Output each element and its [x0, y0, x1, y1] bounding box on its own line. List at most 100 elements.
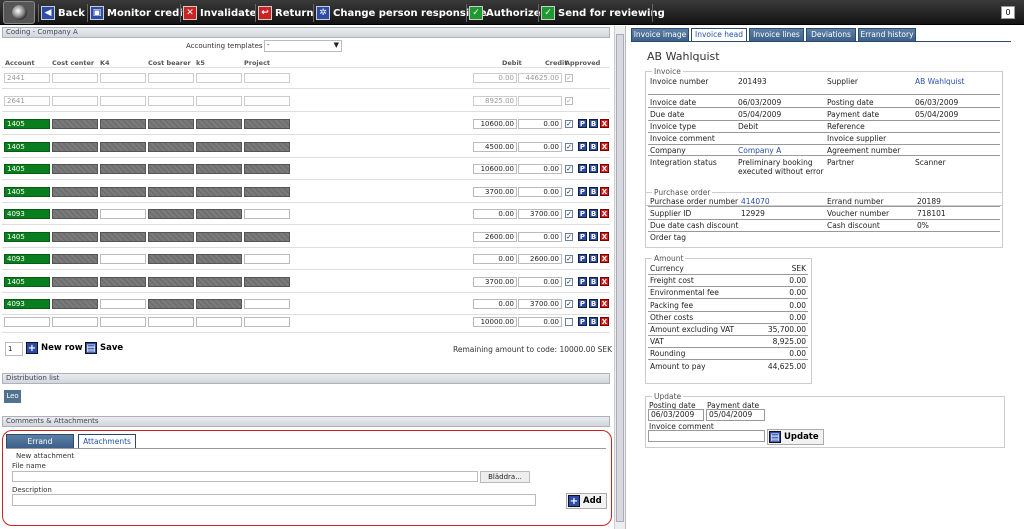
debit-input[interactable]: 3700.00: [473, 186, 517, 197]
delete-row-button[interactable]: X: [600, 119, 609, 128]
cost-center-input[interactable]: [52, 254, 98, 264]
k5-input[interactable]: [196, 276, 242, 287]
k5-input[interactable]: [196, 186, 242, 197]
tab-attachments[interactable]: Attachments: [78, 434, 136, 449]
cost-bearer-input[interactable]: [148, 209, 194, 219]
language-select[interactable]: 0: [1001, 6, 1015, 19]
account-input[interactable]: 4093: [4, 209, 50, 219]
credit-input[interactable]: 0.00: [518, 317, 562, 327]
debit-input[interactable]: 10600.00: [473, 119, 517, 129]
account-input[interactable]: 4093: [4, 299, 50, 309]
distribution-person-chip[interactable]: Leo: [4, 390, 21, 403]
project-input[interactable]: [244, 186, 290, 197]
k4-input[interactable]: [100, 209, 146, 219]
cost-center-input[interactable]: [52, 209, 98, 219]
new-row-button[interactable]: + New row: [26, 342, 83, 354]
debit-input[interactable]: 3700.00: [473, 276, 517, 287]
cost-bearer-input[interactable]: [148, 186, 194, 197]
company-link[interactable]: Company A: [738, 146, 781, 155]
k5-input[interactable]: [196, 299, 242, 309]
k4-input[interactable]: [100, 141, 146, 152]
project-input[interactable]: [244, 209, 290, 219]
approved-checkbox[interactable]: ✓: [565, 97, 573, 105]
cost-bearer-input[interactable]: [148, 299, 194, 309]
tab-deviations[interactable]: Deviations: [806, 28, 856, 42]
p-button[interactable]: P: [578, 141, 587, 151]
project-input[interactable]: [244, 231, 290, 242]
approved-checkbox[interactable]: ✓: [565, 255, 573, 263]
cost-bearer-input[interactable]: [148, 164, 194, 174]
pane-splitter[interactable]: [625, 26, 626, 529]
p-button[interactable]: P: [578, 209, 587, 218]
approved-checkbox[interactable]: ✓: [565, 165, 573, 173]
k5-input[interactable]: [196, 317, 242, 327]
project-input[interactable]: [244, 317, 290, 327]
delete-row-button[interactable]: X: [600, 299, 609, 308]
update-posting-date-input[interactable]: 06/03/2009: [648, 409, 704, 421]
browse-button[interactable]: Bläddra...: [480, 471, 530, 483]
p-button[interactable]: P: [578, 119, 587, 128]
cost-center-input[interactable]: [52, 186, 98, 197]
cost-center-input[interactable]: [52, 141, 98, 152]
update-invoice-comment-input[interactable]: [648, 430, 765, 442]
project-input[interactable]: [244, 96, 290, 106]
cost-bearer-input[interactable]: [148, 73, 194, 83]
account-input[interactable]: 2641: [4, 96, 50, 106]
p-button[interactable]: P: [578, 164, 587, 173]
approved-checkbox[interactable]: ✓: [565, 142, 573, 151]
approved-checkbox[interactable]: ✓: [565, 232, 573, 241]
b-button[interactable]: B: [589, 231, 598, 241]
cost-bearer-input[interactable]: [148, 317, 194, 327]
k4-input[interactable]: [100, 317, 146, 327]
cost-center-input[interactable]: [52, 299, 98, 309]
debit-input[interactable]: 2600.00: [473, 231, 517, 242]
cost-center-input[interactable]: [52, 119, 98, 129]
k4-input[interactable]: [100, 231, 146, 242]
add-attachment-button[interactable]: + Add: [566, 493, 607, 509]
cost-center-input[interactable]: [52, 96, 98, 106]
credit-input[interactable]: [518, 96, 562, 106]
b-button[interactable]: B: [589, 317, 598, 326]
delete-row-button[interactable]: X: [600, 276, 609, 286]
b-button[interactable]: B: [589, 119, 598, 128]
k5-input[interactable]: [196, 231, 242, 242]
credit-input[interactable]: 0.00: [518, 164, 562, 174]
change-person-button[interactable]: ✲ Change person responsible: [316, 5, 487, 21]
k4-input[interactable]: [100, 73, 146, 83]
cost-bearer-input[interactable]: [148, 96, 194, 106]
b-button[interactable]: B: [589, 276, 598, 286]
project-input[interactable]: [244, 73, 290, 83]
k4-input[interactable]: [100, 186, 146, 197]
tab-invoice-lines[interactable]: Invoice lines: [749, 28, 804, 42]
k4-input[interactable]: [100, 254, 146, 264]
account-input[interactable]: 2441: [4, 73, 50, 83]
cost-center-input[interactable]: [52, 317, 98, 327]
back-button[interactable]: ◀ Back: [41, 5, 85, 21]
k5-input[interactable]: [196, 119, 242, 129]
project-input[interactable]: [244, 119, 290, 129]
debit-input[interactable]: 10600.00: [473, 164, 517, 174]
k4-input[interactable]: [100, 276, 146, 287]
b-button[interactable]: B: [589, 141, 598, 151]
b-button[interactable]: B: [589, 209, 598, 218]
delete-row-button[interactable]: X: [600, 254, 609, 263]
credit-input[interactable]: 0.00: [518, 141, 562, 152]
delete-row-button[interactable]: X: [600, 141, 609, 151]
account-input[interactable]: 1405: [4, 119, 50, 129]
delete-row-button[interactable]: X: [600, 164, 609, 173]
tab-invoice-image[interactable]: Invoice image: [631, 28, 689, 42]
debit-input[interactable]: 0.00: [473, 299, 517, 309]
delete-row-button[interactable]: X: [600, 231, 609, 241]
k5-input[interactable]: [196, 209, 242, 219]
tab-invoice-head[interactable]: Invoice head: [691, 28, 747, 42]
delete-row-button[interactable]: X: [600, 209, 609, 218]
credit-input[interactable]: 0.00: [518, 276, 562, 287]
b-button[interactable]: B: [589, 254, 598, 263]
return-button[interactable]: ↩ Return: [258, 5, 313, 21]
new-row-count-input[interactable]: 1: [5, 342, 23, 356]
send-reviewing-button[interactable]: ✓ Send for reviewing: [541, 5, 665, 21]
p-button[interactable]: P: [578, 317, 587, 326]
cost-bearer-input[interactable]: [148, 141, 194, 152]
debit-input[interactable]: 0.00: [473, 209, 517, 219]
debit-input[interactable]: 0.00: [473, 254, 517, 264]
